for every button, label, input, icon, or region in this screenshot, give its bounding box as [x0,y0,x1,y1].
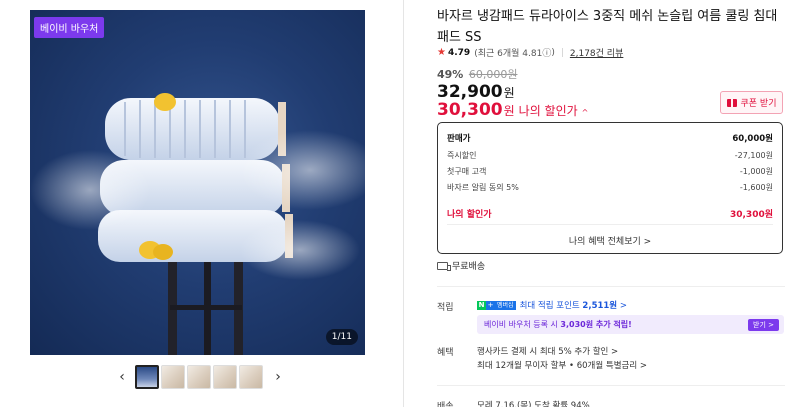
points-amount: 2,511원 [582,301,618,311]
info-icon[interactable]: ⓘ [542,46,551,59]
breakdown-my-price-row: 나의 할인가 30,300원 [447,207,773,220]
sale-price: 32,900원 [437,82,515,102]
voucher-receive-button[interactable]: 받기 > [748,319,779,331]
rating-score: 4.79 [447,47,471,58]
delivery-section-label: 배송 [437,402,454,407]
my-price-value: 30,300 [437,100,503,120]
breakdown-value: -1,600원 [739,183,773,192]
breakdown-row: 바자르 알림 동의 5% -1,600원 [447,182,773,193]
my-price-unit: 원 [503,104,515,118]
view-all-benefits-link[interactable]: 나의 혜택 전체보기 > [438,234,782,247]
thumbnail-1[interactable] [135,364,159,389]
baby-voucher-badge: 베이비 바우처 [34,17,105,38]
points-section-label: 적립 [437,303,454,313]
breakdown-value: -27,100원 [734,151,773,160]
npay-n-icon: N [477,300,486,310]
chevron-up-icon: ^ [581,108,589,117]
thumbnail-5[interactable] [239,364,263,389]
npay-membership-text: 멤버십 [495,300,516,310]
product-title: 바자르 냉감패드 듀라아이스 3중직 메쉬 논슬립 여름 쿨링 침대패드 SS [437,9,778,45]
breakdown-value: -1,000원 [739,167,773,176]
thumbnail-2[interactable] [161,364,185,389]
original-price: 60,000원 [468,68,518,81]
section-divider [437,286,785,287]
image-counter: 1/11 [325,329,358,345]
breakdown-my-price-label: 나의 할인가 [447,210,492,220]
my-discount-price[interactable]: 30,300 원 나의 할인가 ^ [437,100,588,120]
free-shipping: 무료배송 [437,259,485,272]
baby-voucher-bar: 베이비 바우처 등록 시 3,030원 추가 적립! 받기 > [477,315,784,334]
thumbnail-strip: ‹ › [115,363,285,390]
discount-row: 49% 60,000원 [437,66,517,82]
chevron-left-icon[interactable]: ‹ [115,369,129,385]
thumbnail-4[interactable] [213,364,237,389]
review-count-link[interactable]: 2,178건 리뷰 [570,46,623,59]
breakdown-value: 60,000원 [732,134,773,144]
price-breakdown-box: 판매가 60,000원 즉시할인 -27,100원 첫구매 고객 -1,000원… [437,122,783,254]
card-discount-benefit-link[interactable]: 행사카드 결제 시 최대 5% 추가 할인 > [477,345,618,357]
breakdown-row: 판매가 60,000원 [447,132,773,144]
product-image-gallery[interactable]: 베이비 바우처 1/11 [30,10,365,355]
discount-percent: 49% [437,68,464,81]
breakdown-label: 첫구매 고객 [447,167,487,176]
star-icon: ★ [437,47,446,58]
thumbnail-3[interactable] [187,364,211,389]
npay-membership-logo: N + 멤버십 [477,300,516,310]
delivery-estimate: 모레 7.16.(목) 도착 확률 94% [477,401,590,407]
sale-price-unit: 원 [503,86,515,100]
benefits-section-label: 혜택 [437,348,454,358]
section-divider [437,385,785,386]
voucher-amount: 3,030원 추가 적립! [560,320,632,329]
rating-recent-close: ) [551,47,555,58]
breakdown-label: 바자르 알림 동의 5% [447,183,519,192]
coupon-icon [726,98,737,107]
rating-recent: (최근 6개월 4.81 [474,49,543,59]
breakdown-divider [447,224,773,225]
coupon-button[interactable]: 쿠폰 받기 [720,91,783,114]
coupon-button-label: 쿠폰 받기 [740,99,777,109]
breakdown-my-price-value: 30,300원 [729,210,773,220]
max-points-link[interactable]: N + 멤버십 최대 적립 포인트 2,511원 > [477,299,627,311]
chevron-right-icon: > [619,301,627,311]
installment-benefit-link[interactable]: 최대 12개월 무이자 할부 • 60개월 특별금리 > [477,359,647,371]
voucher-text-prefix: 베이비 바우처 등록 시 [484,320,558,329]
my-price-label: 나의 할인가 [518,104,578,118]
truck-icon [437,261,451,271]
sale-price-value: 32,900 [437,82,503,102]
npay-plus-icon: + [486,300,495,310]
product-photo [30,93,365,355]
column-divider [403,0,404,407]
chevron-right-icon[interactable]: › [271,369,285,385]
rating-row: ★ 4.79 (최근 6개월 4.81 ⓘ ) | 2,178건 리뷰 [437,46,623,59]
breakdown-row: 첫구매 고객 -1,000원 [447,166,773,177]
breakdown-label: 판매가 [447,134,471,144]
breakdown-row: 즉시할인 -27,100원 [447,150,773,161]
max-points-text: 최대 적립 포인트 2,511원 > [520,299,627,311]
points-prefix: 최대 적립 포인트 [519,301,580,311]
rating-separator: | [560,47,564,58]
free-shipping-label: 무료배송 [452,262,486,272]
breakdown-label: 즉시할인 [447,151,477,160]
